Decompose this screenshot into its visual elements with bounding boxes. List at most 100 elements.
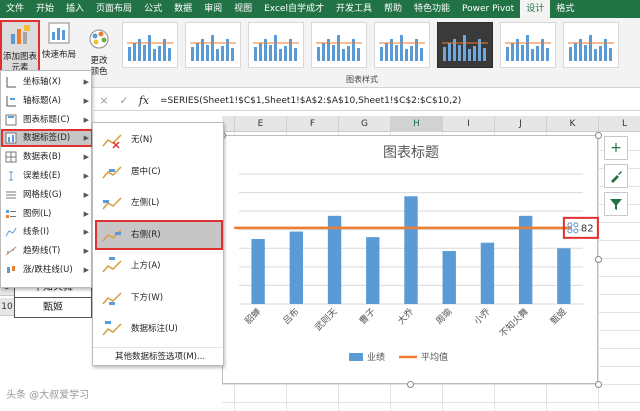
tab-14[interactable]: 格式	[550, 0, 580, 18]
column-header-G[interactable]: G	[338, 116, 390, 132]
data-label-option-6[interactable]: 下方(W)	[95, 283, 223, 313]
trendline-icon	[5, 246, 17, 256]
data-label-option-1[interactable]: 无(N)	[95, 125, 223, 155]
data-label-option-label: 上方(A)	[131, 261, 161, 271]
menu-item-data-labels[interactable]: 数据标签(D) ▶	[1, 129, 93, 148]
chart-styles-brush-button[interactable]	[604, 164, 628, 188]
chart-handle-br[interactable]	[595, 381, 602, 388]
label-left-icon	[102, 197, 122, 210]
bar-6	[480, 242, 495, 304]
menu-item-label: 涨/跌柱线(U)	[23, 265, 73, 275]
data-label-option-7[interactable]: 数据标注(U)	[95, 314, 223, 344]
chart-handle-bm[interactable]	[407, 381, 414, 388]
data-label-option-2[interactable]: 居中(C)	[95, 157, 223, 187]
data-label-value: 82	[581, 223, 594, 234]
menu-item-chart-title[interactable]: 图表标题(C) ▶	[1, 111, 93, 129]
bar-1	[289, 231, 304, 304]
chart-style-5[interactable]	[374, 22, 430, 68]
x-tick-label-2: 武则天	[312, 306, 340, 334]
menu-item-label: 图例(L)	[23, 208, 52, 219]
column-header-K[interactable]: K	[546, 116, 598, 132]
chart-style-8[interactable]	[563, 22, 619, 68]
chart-style-6[interactable]	[437, 22, 493, 68]
add-chart-element-label-1: 添加图表	[2, 52, 37, 62]
chart-elements-plus-button[interactable]: +	[604, 136, 628, 160]
error-bars-icon	[9, 171, 13, 181]
menu-item-updown-bars[interactable]: 涨/跌柱线(U) ▶	[1, 261, 93, 279]
tab-10[interactable]: 帮助	[378, 0, 408, 18]
tab-8[interactable]: Excel自学成才	[258, 0, 330, 18]
menu-item-axis-title[interactable]: 轴标题(A) ▶	[1, 92, 93, 110]
quick-layout-button[interactable]: 快速布局	[40, 20, 78, 72]
tab-3[interactable]: 页面布局	[90, 0, 138, 18]
lines-icon	[5, 228, 17, 237]
menu-item-trendline[interactable]: 趋势线(T) ▶	[1, 242, 93, 260]
menu-item-label: 误差线(E)	[23, 171, 61, 181]
submenu-arrow-icon: ▶	[83, 96, 89, 105]
submenu-arrow-icon: ▶	[83, 78, 89, 86]
menu-item-axis[interactable]: 坐标轴(X) ▶	[1, 73, 93, 91]
tab-12[interactable]: Power Pivot	[456, 0, 520, 18]
label-below-icon	[102, 291, 122, 305]
tab-5[interactable]: 数据	[168, 0, 198, 18]
formula-input[interactable]: =SERIES(Sheet1!$C$1,Sheet1!$A$2:$A$10,Sh…	[160, 96, 461, 106]
grid-line-horizontal	[222, 402, 640, 403]
chart-filters-button[interactable]	[604, 192, 628, 216]
tab-0[interactable]: 文件	[0, 0, 30, 18]
data-label-option-3[interactable]: 左侧(L)	[95, 188, 223, 218]
chart-style-4[interactable]	[311, 22, 367, 68]
menu-item-error-bars[interactable]: 误差线(E) ▶	[1, 167, 93, 185]
tab-11[interactable]: 特色功能	[408, 0, 456, 18]
chart-plot[interactable]: 貂蝉 吕布 武则天 曹子 大乔 周瑜 小乔 不知火舞 甄姬 82	[223, 136, 599, 385]
chart-style-7[interactable]	[500, 22, 556, 68]
chart-style-1[interactable]	[122, 22, 178, 68]
menu-item-label: 线条(I)	[23, 227, 50, 238]
x-tick-label-3: 曹子	[357, 306, 378, 327]
column-header-J[interactable]: J	[494, 116, 546, 132]
bar-8	[557, 248, 571, 304]
insert-function-icon[interactable]: fx	[134, 94, 154, 107]
palette-icon	[89, 29, 109, 49]
column-header-F[interactable]: F	[286, 116, 338, 132]
add-chart-element-button[interactable]: 添加图表 元素	[0, 20, 40, 73]
label-none-icon	[102, 134, 122, 149]
tab-4[interactable]: 公式	[138, 0, 168, 18]
cancel-icon[interactable]: ×	[94, 94, 114, 107]
menu-item-lines[interactable]: 线条(I) ▶	[1, 223, 93, 241]
cell-name[interactable]: 甄姬	[14, 298, 92, 318]
x-tick-label-5: 周瑜	[433, 306, 454, 327]
chart-handle-tr[interactable]	[595, 132, 602, 139]
data-label-option-4[interactable]: 右侧(R)	[95, 219, 223, 250]
menu-item-data-table[interactable]: 数据表(B) ▶	[1, 148, 93, 166]
tab-13[interactable]: 设计	[520, 0, 551, 18]
submenu-arrow-icon: ▶	[83, 153, 89, 162]
tab-9[interactable]: 开发工具	[330, 0, 378, 18]
column-header-I[interactable]: I	[442, 116, 494, 132]
menu-item-legend[interactable]: 图例(L) ▶	[1, 205, 93, 223]
chart-handle-mr[interactable]	[595, 256, 602, 263]
tab-2[interactable]: 插入	[60, 0, 90, 18]
tab-6[interactable]: 审阅	[198, 0, 228, 18]
chart-style-3[interactable]	[248, 22, 304, 68]
menu-item-gridlines[interactable]: 网格线(G) ▶	[1, 186, 93, 204]
submenu-arrow-icon: ▶	[83, 266, 89, 274]
tab-7[interactable]: 视图	[228, 0, 258, 18]
data-label-option-5[interactable]: 上方(A)	[95, 251, 223, 281]
confirm-icon[interactable]: ✓	[114, 94, 134, 107]
more-data-label-options[interactable]: 其他数据标签选项(M)...	[93, 347, 223, 365]
bar-0	[251, 239, 265, 304]
submenu-arrow-icon: ▶	[83, 172, 89, 180]
legend-bar-label: 业绩	[367, 353, 386, 363]
row-number[interactable]: 10	[0, 298, 14, 316]
chart-legend[interactable]: 业绩 平均值	[349, 350, 448, 363]
quick-layout-label: 快速布局	[41, 50, 76, 60]
column-header-H[interactable]: H	[390, 116, 442, 132]
tab-1[interactable]: 开始	[30, 0, 60, 18]
change-color-button[interactable]: 更改 颜色	[84, 28, 114, 77]
column-header-E[interactable]: E	[234, 116, 286, 132]
menu-item-label: 数据标签(D)	[23, 133, 71, 144]
data-labels-icon	[5, 132, 17, 144]
chart-area[interactable]: 图表标题 貂蝉 吕布 武则天 曹子 大乔 周瑜 小乔 不知火舞 甄姬 82 业绩 平均值	[222, 135, 599, 385]
column-header-L[interactable]: L	[598, 116, 640, 132]
chart-style-2[interactable]	[185, 22, 241, 68]
